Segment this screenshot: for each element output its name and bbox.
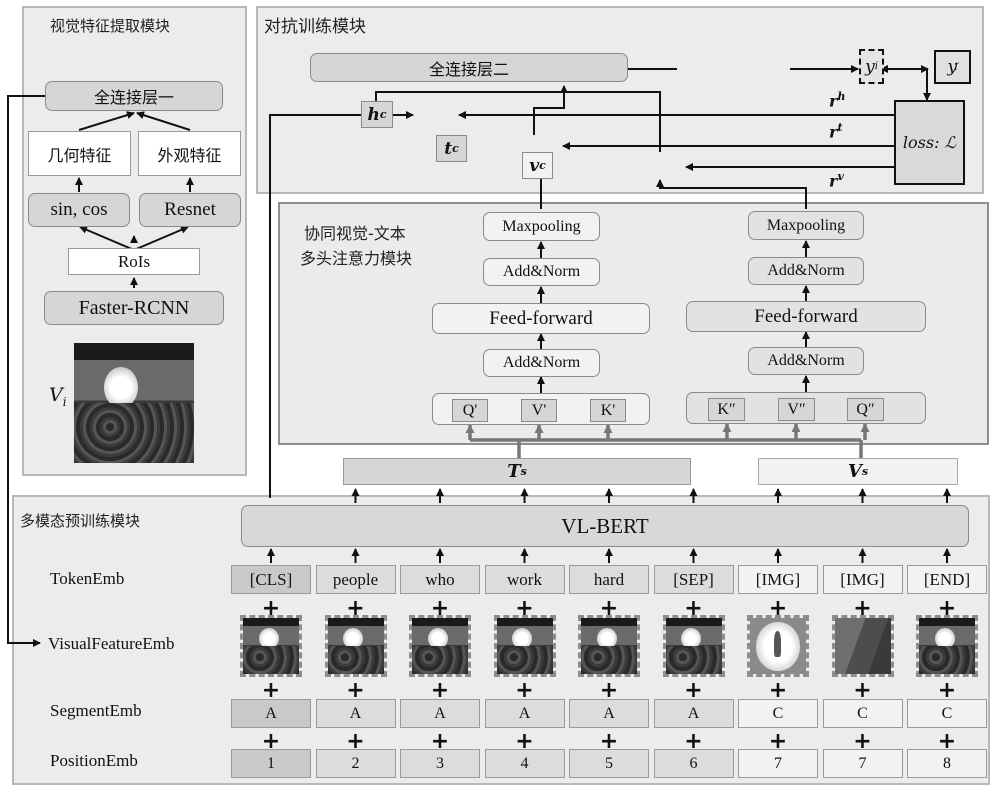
y-pred-box: yi <box>859 49 884 84</box>
visual-feature-thumbnail <box>747 615 809 677</box>
segment-emb-label: SegmentEmb <box>50 701 142 720</box>
y-true-box: y ′ i <box>934 50 971 84</box>
feedforward-left: Feed-forward <box>432 303 650 334</box>
visual-feature-thumbnail <box>409 615 471 677</box>
position-box: 3 <box>400 749 480 778</box>
q-dprime-box: Q″ <box>847 398 884 421</box>
segment-box: A <box>315 699 396 728</box>
token-box: who <box>400 565 480 594</box>
addnorm-top-right: Add&Norm <box>748 257 864 285</box>
segment-box: A <box>653 699 734 728</box>
rt-label: rt <box>829 121 843 142</box>
faster-rcnn-box: Faster-RCNN <box>44 291 224 325</box>
rv-label: rv <box>829 170 844 191</box>
feedforward-right: Feed-forward <box>686 301 926 332</box>
fc-layer-two: 全连接层二 <box>310 53 628 82</box>
visual-feature-thumbnail <box>240 615 302 677</box>
token-box: [CLS] <box>231 565 311 594</box>
rh-label: rh <box>829 90 846 111</box>
segment-box: C <box>907 699 987 728</box>
position-box: 7 <box>738 749 818 778</box>
q-prime-box: Q' <box>452 399 488 422</box>
v-dprime-box: V″ <box>778 398 815 421</box>
token-box: [SEP] <box>653 565 734 594</box>
visual-feature-thumbnail <box>662 615 725 677</box>
k-prime-box: K' <box>590 399 626 422</box>
addnorm-bottom-right: Add&Norm <box>748 347 864 375</box>
token-box: [IMG] <box>738 565 818 594</box>
token-emb-label: TokenEmb <box>50 569 125 588</box>
visual-feature-thumbnail <box>578 615 640 677</box>
token-box: work <box>484 565 565 594</box>
visual-emb-label: VisualFeatureEmb <box>48 634 175 653</box>
rois-box: RoIs <box>68 248 200 275</box>
text-sequence-bar: Ts <box>343 458 691 485</box>
vc-box: vc <box>522 152 553 179</box>
segment-box: A <box>569 699 649 728</box>
resnet-box: Resnet <box>139 193 241 227</box>
maxpooling-right: Maxpooling <box>748 211 864 240</box>
geometry-feature-box: 几何特征 <box>28 131 131 176</box>
visual-module-title: 视觉特征提取模块 <box>50 17 171 35</box>
token-box: people <box>315 565 396 594</box>
image-label: Vi <box>49 384 67 409</box>
loss-box: loss: ℒ <box>894 100 965 185</box>
segment-box: A <box>484 699 565 728</box>
sincos-box: sin, cos <box>28 193 130 227</box>
visual-feature-thumbnail <box>493 615 556 677</box>
token-box: [END] <box>907 565 987 594</box>
v-prime-box: V' <box>521 399 557 422</box>
hc-box: hc <box>361 101 393 128</box>
coattention-title-line2: 多头注意力模块 <box>300 249 413 268</box>
position-box: 5 <box>569 749 649 778</box>
fc-layer-one: 全连接层一 <box>45 81 223 111</box>
visual-sequence-bar: Vs <box>758 458 958 485</box>
visual-feature-thumbnail <box>916 615 978 677</box>
adversarial-module-title: 对抗训练模块 <box>264 17 366 37</box>
coattention-title-line1: 协同视觉-文本 <box>304 224 406 243</box>
vl-bert-box: VL-BERT <box>241 505 969 547</box>
appearance-feature-box: 外观特征 <box>138 131 241 176</box>
position-box: 7 <box>822 749 903 778</box>
token-box: [IMG] <box>822 565 903 594</box>
segment-box: C <box>822 699 903 728</box>
token-box: hard <box>569 565 649 594</box>
segment-box: A <box>231 699 311 728</box>
position-box: 8 <box>907 749 987 778</box>
visual-feature-thumbnail <box>831 615 894 677</box>
position-box: 2 <box>315 749 396 778</box>
visual-feature-thumbnail <box>324 615 387 677</box>
tc-box: tc <box>436 135 467 162</box>
input-image <box>74 343 194 463</box>
position-box: 1 <box>231 749 311 778</box>
position-box: 6 <box>653 749 734 778</box>
k-dprime-box: K″ <box>708 398 745 421</box>
segment-box: C <box>738 699 818 728</box>
position-emb-label: PositionEmb <box>50 751 138 770</box>
maxpooling-left: Maxpooling <box>483 212 600 241</box>
segment-box: A <box>400 699 480 728</box>
addnorm-top-left: Add&Norm <box>483 258 600 286</box>
addnorm-bottom-left: Add&Norm <box>483 349 600 377</box>
position-box: 4 <box>484 749 565 778</box>
pretrain-module-title: 多模态预训练模块 <box>20 512 141 530</box>
